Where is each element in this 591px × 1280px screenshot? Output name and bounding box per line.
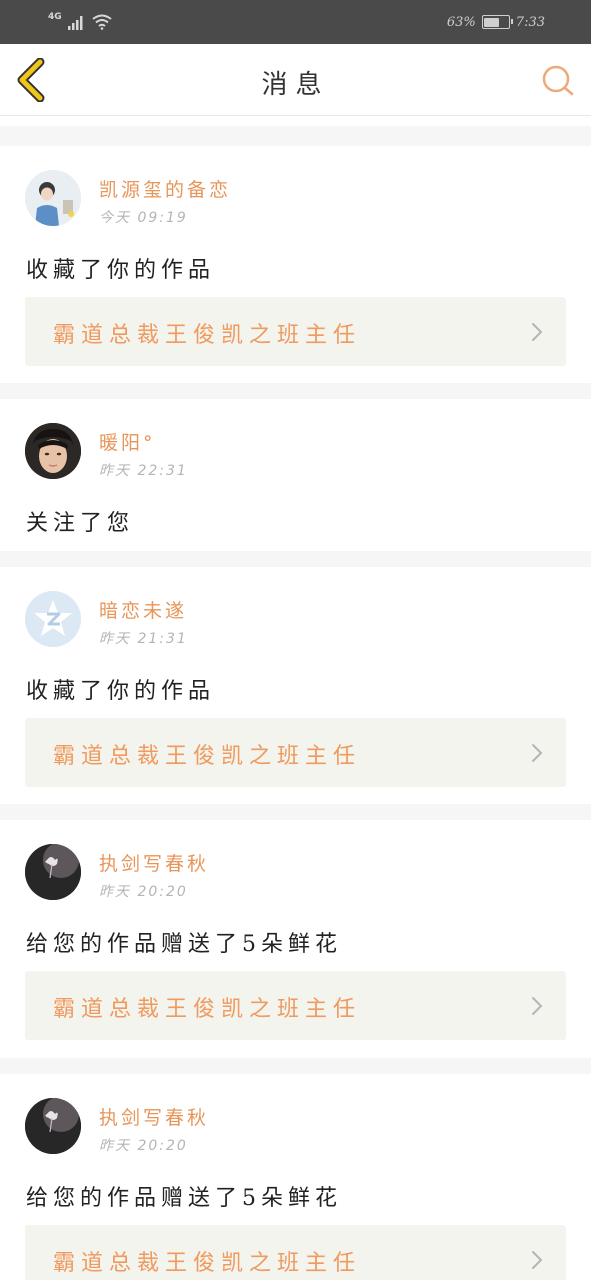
nav-bar: 消息 — [0, 44, 591, 116]
search-icon[interactable] — [541, 64, 575, 98]
message-time: 昨天 20:20 — [99, 1138, 188, 1154]
username[interactable]: 执剑写春秋 — [99, 849, 209, 876]
section-divider — [0, 1058, 591, 1074]
message-item[interactable]: 凯源玺的备恋 今天 09:19 收藏了你的作品 霸道总裁王俊凯之班主任 — [0, 146, 591, 383]
signal-icon — [67, 16, 83, 30]
message-item[interactable]: 暖阳° 昨天 22:31 关注了您 — [0, 399, 591, 551]
avatar-image — [25, 844, 81, 900]
username[interactable]: 暖阳° — [99, 428, 156, 455]
section-divider — [0, 126, 591, 146]
clock: 7:33 — [515, 14, 545, 30]
work-link[interactable]: 霸道总裁王俊凯之班主任 — [25, 718, 566, 787]
username[interactable]: 执剑写春秋 — [99, 1103, 209, 1130]
avatar-image — [25, 170, 81, 226]
chevron-right-icon — [532, 997, 543, 1015]
work-title: 霸道总裁王俊凯之班主任 — [53, 997, 362, 1022]
status-bar: 4G 63% 7:33 — [0, 0, 591, 44]
avatar-image — [25, 1098, 81, 1154]
work-title: 霸道总裁王俊凯之班主任 — [53, 323, 362, 348]
dark-flower-avatar[interactable] — [25, 844, 81, 900]
message-text: 给您的作品赠送了5朵鲜花 — [26, 932, 342, 957]
message-item[interactable]: 暗恋未遂 昨天 21:31 收藏了你的作品 霸道总裁王俊凯之班主任 — [0, 567, 591, 804]
boy-in-room-avatar[interactable] — [25, 170, 81, 226]
battery-level-fill — [484, 17, 499, 27]
message-time: 昨天 22:31 — [99, 463, 188, 479]
battery-icon — [481, 15, 513, 29]
work-title: 霸道总裁王俊凯之班主任 — [53, 1251, 362, 1276]
message-time: 昨天 21:31 — [99, 631, 188, 647]
work-link[interactable]: 霸道总裁王俊凯之班主任 — [25, 1225, 566, 1280]
section-divider — [0, 383, 591, 399]
work-link[interactable]: 霸道总裁王俊凯之班主任 — [25, 971, 566, 1040]
message-time: 今天 09:19 — [99, 210, 188, 226]
message-item[interactable]: 执剑写春秋 昨天 20:20 给您的作品赠送了5朵鲜花 霸道总裁王俊凯之班主任 — [0, 1074, 591, 1280]
message-text: 给您的作品赠送了5朵鲜花 — [26, 1186, 342, 1211]
message-text: 关注了您 — [26, 511, 135, 536]
face-selfie-avatar[interactable] — [25, 423, 81, 479]
page-title: 消息 — [261, 70, 330, 100]
avatar-image — [25, 591, 81, 647]
work-link[interactable]: 霸道总裁王俊凯之班主任 — [25, 297, 566, 366]
message-text: 收藏了你的作品 — [26, 679, 216, 704]
section-divider — [0, 804, 591, 820]
message-text: 收藏了你的作品 — [26, 258, 216, 283]
dark-flower-avatar[interactable] — [25, 1098, 81, 1154]
battery-percent: 63% — [446, 14, 476, 30]
chevron-right-icon — [532, 744, 543, 762]
message-item[interactable]: 执剑写春秋 昨天 20:20 给您的作品赠送了5朵鲜花 霸道总裁王俊凯之班主任 — [0, 820, 591, 1058]
work-title: 霸道总裁王俊凯之班主任 — [53, 744, 362, 769]
avatar-image — [25, 423, 81, 479]
chevron-right-icon — [532, 1251, 543, 1269]
network-type: 4G — [48, 12, 62, 22]
default-z-avatar[interactable] — [25, 591, 81, 647]
status-bar-right: 63% 7:33 — [447, 12, 545, 32]
username[interactable]: 凯源玺的备恋 — [99, 175, 231, 202]
message-time: 昨天 20:20 — [99, 884, 188, 900]
username[interactable]: 暗恋未遂 — [99, 596, 187, 623]
status-bar-left: 4G — [48, 11, 112, 33]
chevron-right-icon — [532, 323, 543, 341]
section-divider — [0, 551, 591, 567]
wifi-icon — [92, 14, 112, 30]
